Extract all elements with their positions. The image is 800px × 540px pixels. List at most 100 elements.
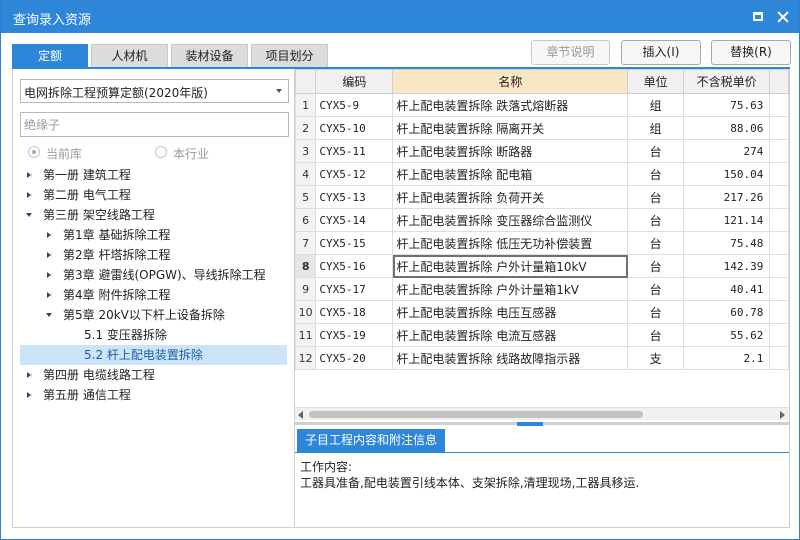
tree-node[interactable]: 第2章 杆塔拆除工程 — [20, 245, 287, 265]
tree-node[interactable]: 5.1 变压器拆除 — [20, 325, 287, 345]
cell-code[interactable]: CYX5-10 — [315, 116, 394, 140]
cell-code[interactable]: CYX5-20 — [315, 346, 394, 370]
collapse-arrow-icon[interactable] — [26, 213, 32, 217]
cell-price[interactable]: 142.39 — [682, 254, 771, 278]
chapter-note-button[interactable]: 章节说明 — [531, 40, 610, 65]
cell-code[interactable]: CYX5-12 — [315, 162, 394, 186]
cell-name[interactable]: 杆上配电装置拆除 跌落式熔断器 — [392, 93, 629, 117]
cell-name[interactable]: 杆上配电装置拆除 电流互感器 — [392, 323, 629, 347]
cell-code[interactable]: CYX5-11 — [315, 139, 394, 163]
cell-unit[interactable]: 组 — [627, 93, 684, 117]
cell-unit[interactable]: 台 — [627, 208, 684, 232]
row-number[interactable]: 3 — [295, 139, 317, 163]
row-number[interactable]: 8 — [295, 254, 317, 278]
cell-unit[interactable]: 支 — [627, 346, 684, 370]
table-row[interactable]: 10 CYX5-18 杆上配电装置拆除 电压互感器台 60.78 — [295, 300, 789, 324]
expand-arrow-icon[interactable] — [47, 292, 52, 298]
tree-node[interactable]: 第1章 基础拆除工程 — [20, 225, 287, 245]
cell-price[interactable]: 88.06 — [682, 116, 771, 140]
row-number[interactable]: 9 — [295, 277, 317, 301]
cell-unit[interactable]: 台 — [627, 231, 684, 255]
cell-name[interactable]: 杆上配电装置拆除 线路故障指示器 — [392, 346, 629, 370]
cell-price[interactable]: 60.78 — [682, 300, 771, 324]
cell-unit[interactable]: 台 — [627, 323, 684, 347]
splitter-grip-icon[interactable] — [517, 422, 543, 426]
tab-equipment[interactable]: 装材设备 — [171, 44, 248, 68]
cell-price[interactable]: 217.26 — [682, 185, 771, 209]
table-row[interactable]: 3 CYX5-11 杆上配电装置拆除 断路器台 274 — [295, 139, 789, 163]
cell-price[interactable]: 75.63 — [682, 93, 771, 117]
table-row[interactable]: 2 CYX5-10 杆上配电装置拆除 隔离开关组 88.06 — [295, 116, 789, 140]
tree-node[interactable]: 第3章 避雷线(OPGW)、导线拆除工程 — [20, 265, 287, 285]
title-bar[interactable]: 查询录入资源 — [1, 1, 799, 33]
scroll-left-icon[interactable] — [298, 411, 303, 419]
row-number[interactable]: 6 — [295, 208, 317, 232]
expand-arrow-icon[interactable] — [27, 372, 32, 378]
row-number[interactable]: 2 — [295, 116, 317, 140]
expand-arrow-icon[interactable] — [47, 272, 52, 278]
expand-arrow-icon[interactable] — [27, 172, 32, 178]
cell-unit[interactable]: 台 — [627, 185, 684, 209]
cell-code[interactable]: CYX5-18 — [315, 300, 394, 324]
tree-node[interactable]: 第二册 电气工程 — [20, 185, 287, 205]
tree-node[interactable]: 第四册 电缆线路工程 — [20, 365, 287, 385]
row-number[interactable]: 5 — [295, 185, 317, 209]
table-row[interactable]: 11 CYX5-19 杆上配电装置拆除 电流互感器台 55.62 — [295, 323, 789, 347]
cell-name[interactable]: 杆上配电装置拆除 隔离开关 — [392, 116, 629, 140]
table-row[interactable]: 1 CYX5-9 杆上配电装置拆除 跌落式熔断器组 75.63 — [295, 93, 789, 117]
column-header-name[interactable]: 名称 — [392, 69, 629, 94]
cell-price[interactable]: 2.1 — [682, 346, 771, 370]
cell-name[interactable]: 杆上配电装置拆除 户外计量箱1kV — [392, 277, 629, 301]
cell-price[interactable]: 150.04 — [682, 162, 771, 186]
expand-arrow-icon[interactable] — [27, 392, 32, 398]
cell-unit[interactable]: 台 — [627, 300, 684, 324]
collapse-arrow-icon[interactable] — [46, 313, 52, 317]
table-row[interactable]: 5 CYX5-13 杆上配电装置拆除 负荷开关台 217.26 — [295, 185, 789, 209]
panel-splitter[interactable] — [295, 422, 789, 426]
expand-arrow-icon[interactable] — [47, 252, 52, 258]
tree-node[interactable]: 第4章 附件拆除工程 — [20, 285, 287, 305]
cell-name[interactable]: 杆上配电装置拆除 低压无功补偿装置 — [392, 231, 629, 255]
row-number[interactable]: 11 — [295, 323, 317, 347]
table-row[interactable]: 12 CYX5-20 杆上配电装置拆除 线路故障指示器支 2.1 — [295, 346, 789, 370]
replace-button[interactable]: 替换(R) — [711, 40, 791, 65]
horizontal-scrollbar[interactable] — [295, 407, 789, 420]
table-row[interactable]: 9 CYX5-17 杆上配电装置拆除 户外计量箱1kV 台 40.41 — [295, 277, 789, 301]
tab-labor-material[interactable]: 人材机 — [91, 44, 168, 68]
tree-node-selected[interactable]: 5.2 杆上配电装置拆除 — [20, 345, 287, 365]
table-row[interactable]: 8 CYX5-16 杆上配电装置拆除 户外计量箱10kV 台 142.39 — [295, 254, 789, 278]
cell-unit[interactable]: 台 — [627, 277, 684, 301]
row-number[interactable]: 7 — [295, 231, 317, 255]
cell-price[interactable]: 274 — [682, 139, 771, 163]
table-row[interactable]: 4 CYX5-12 杆上配电装置拆除 配电箱台 150.04 — [295, 162, 789, 186]
info-tab[interactable]: 子目工程内容和附注信息 — [297, 429, 446, 452]
cell-name[interactable]: 杆上配电装置拆除 户外计量箱10kV — [392, 254, 629, 278]
expand-arrow-icon[interactable] — [27, 192, 32, 198]
cell-price[interactable]: 75.48 — [682, 231, 771, 255]
column-header-unit[interactable]: 单位 — [627, 69, 684, 94]
cell-unit[interactable]: 台 — [627, 139, 684, 163]
cell-unit[interactable]: 组 — [627, 116, 684, 140]
cell-code[interactable]: CYX5-16 — [315, 254, 394, 278]
maximize-icon[interactable] — [751, 10, 765, 24]
cell-code[interactable]: CYX5-15 — [315, 231, 394, 255]
row-number[interactable]: 1 — [295, 93, 317, 117]
tab-quota[interactable]: 定额 — [12, 44, 88, 68]
insert-button[interactable]: 插入(I) — [621, 40, 701, 65]
scroll-right-icon[interactable] — [780, 411, 785, 419]
cell-name[interactable]: 杆上配电装置拆除 负荷开关 — [392, 185, 629, 209]
search-input[interactable] — [20, 112, 289, 137]
cell-name[interactable]: 杆上配电装置拆除 变压器综合监测仪 — [392, 208, 629, 232]
expand-arrow-icon[interactable] — [47, 232, 52, 238]
tree-node[interactable]: 第五册 通信工程 — [20, 385, 287, 405]
cell-code[interactable]: CYX5-14 — [315, 208, 394, 232]
library-select[interactable]: 电网拆除工程预算定额(2020年版) — [20, 79, 289, 103]
row-number[interactable]: 12 — [295, 346, 317, 370]
row-number[interactable]: 10 — [295, 300, 317, 324]
cell-code[interactable]: CYX5-9 — [315, 93, 394, 117]
scroll-thumb[interactable] — [309, 411, 643, 418]
cell-price[interactable]: 55.62 — [682, 323, 771, 347]
cell-price[interactable]: 121.14 — [682, 208, 771, 232]
cell-price[interactable]: 40.41 — [682, 277, 771, 301]
cell-unit[interactable]: 台 — [627, 254, 684, 278]
